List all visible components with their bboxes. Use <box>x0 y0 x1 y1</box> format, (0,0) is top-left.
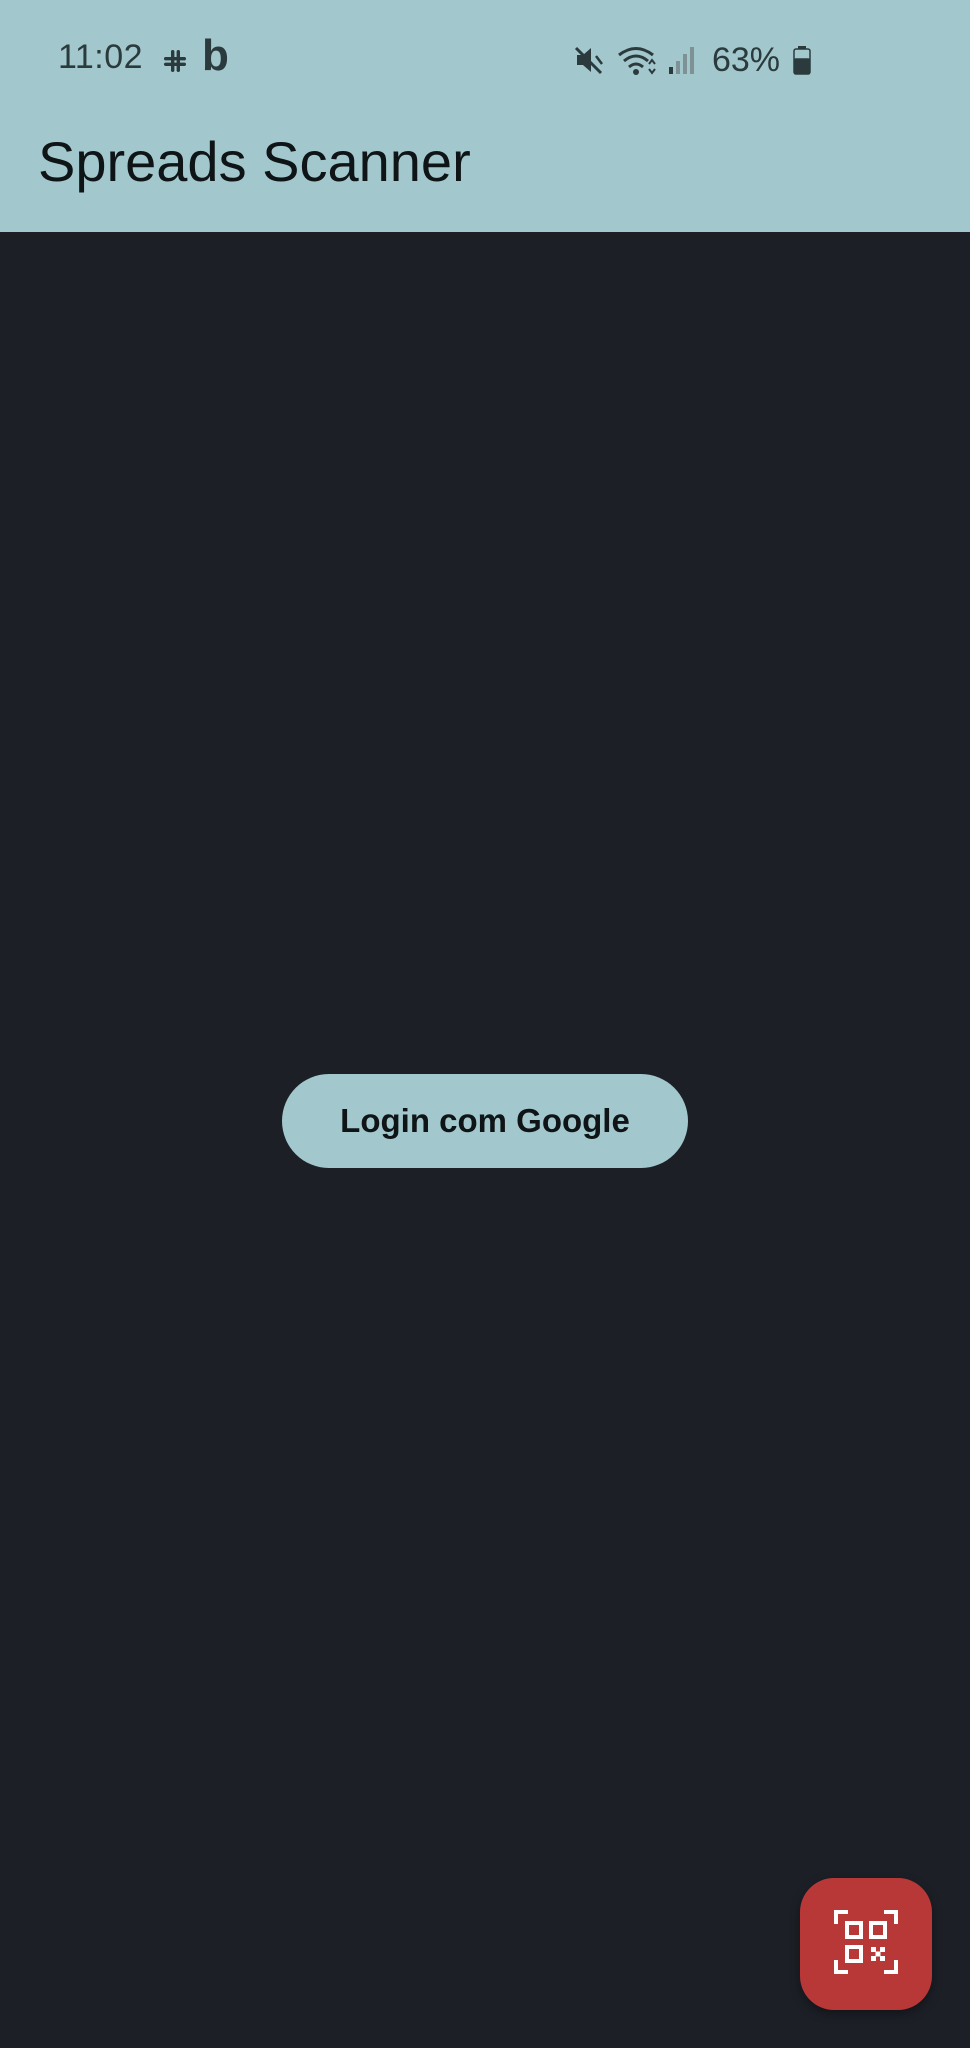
system-status-icons: 63% <box>574 40 812 80</box>
battery-icon <box>792 45 812 75</box>
mute-icon <box>574 44 604 76</box>
qr-code-scan-icon <box>834 1909 898 1979</box>
status-bar: 11:02 b 63% <box>0 0 970 120</box>
wifi-icon <box>616 44 656 76</box>
signal-icon <box>668 45 696 75</box>
login-google-button[interactable]: Login com Google <box>282 1074 688 1168</box>
slack-icon <box>160 46 190 76</box>
status-time: 11:02 <box>58 38 144 76</box>
b-icon: b <box>202 31 229 80</box>
app-title: Spreads Scanner <box>38 130 471 193</box>
scan-qr-fab[interactable] <box>800 1878 932 2010</box>
app-bar: 11:02 b 63% Spreads Scanner <box>0 0 970 232</box>
battery-percent: 63% <box>711 40 780 79</box>
